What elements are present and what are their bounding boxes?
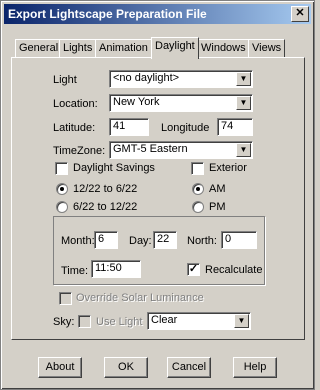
- pm-label[interactable]: PM: [209, 200, 226, 214]
- export-dialog: Export Lightscape Preparation File ✕ Gen…: [0, 0, 315, 390]
- latitude-label: Latitude:: [53, 122, 96, 134]
- range1-radio[interactable]: [56, 183, 68, 195]
- location-value: New York: [113, 96, 160, 108]
- am-label[interactable]: AM: [209, 182, 226, 196]
- timezone-label: TimeZone:: [53, 145, 106, 157]
- sky-label: Sky:: [53, 316, 75, 328]
- help-button[interactable]: Help: [233, 357, 277, 378]
- close-button[interactable]: ✕: [291, 6, 309, 22]
- check-icon: ✓: [188, 263, 199, 275]
- range2-radio[interactable]: [56, 201, 68, 213]
- time-field[interactable]: 11:50: [91, 260, 141, 278]
- tab-animation[interactable]: Animation: [95, 39, 152, 57]
- location-select[interactable]: New York ▼: [109, 94, 253, 112]
- daylight-savings-label[interactable]: Daylight Savings: [73, 161, 155, 175]
- radio-selected-dot: [60, 187, 64, 191]
- radio-selected-dot: [196, 187, 200, 191]
- tab-lights[interactable]: Lights: [59, 39, 97, 57]
- chevron-down-icon[interactable]: ▼: [236, 96, 251, 110]
- longitude-label: Longitude: [161, 122, 210, 134]
- north-label: North:: [187, 235, 217, 247]
- title-bar[interactable]: Export Lightscape Preparation File ✕: [4, 4, 311, 24]
- close-icon: ✕: [295, 7, 305, 19]
- cancel-button[interactable]: Cancel: [167, 357, 211, 378]
- exterior-checkbox[interactable]: [191, 162, 204, 175]
- about-button[interactable]: About: [38, 357, 82, 378]
- range1-label[interactable]: 12/22 to 6/22: [73, 182, 137, 196]
- chevron-down-icon[interactable]: ▼: [234, 314, 249, 328]
- recalculate-checkbox[interactable]: ✓: [187, 263, 200, 276]
- day-label: Day:: [129, 235, 152, 247]
- north-field[interactable]: 0: [221, 231, 257, 249]
- use-light-checkbox[interactable]: [78, 315, 91, 328]
- time-label: Time:: [61, 265, 89, 277]
- tab-general[interactable]: General: [15, 39, 63, 57]
- sky-select[interactable]: Clear ▼: [147, 312, 251, 330]
- recalculate-label[interactable]: Recalculate: [205, 263, 262, 277]
- latitude-field[interactable]: 41: [109, 118, 149, 136]
- month-field[interactable]: 6: [94, 231, 118, 249]
- tab-windows[interactable]: Windows: [197, 39, 250, 57]
- light-value: <no daylight>: [113, 72, 180, 84]
- month-label: Month:: [61, 235, 95, 247]
- tab-views[interactable]: Views: [248, 39, 286, 57]
- daylight-savings-checkbox[interactable]: [55, 162, 68, 175]
- chevron-down-icon[interactable]: ▼: [236, 143, 251, 157]
- chevron-down-icon[interactable]: ▼: [236, 72, 251, 86]
- ok-button[interactable]: OK: [104, 357, 148, 378]
- use-light-label: Use Light: [96, 316, 143, 328]
- timezone-select[interactable]: GMT-5 Eastern ▼: [109, 141, 253, 159]
- light-select[interactable]: <no daylight> ▼: [109, 70, 253, 88]
- location-label: Location:: [53, 98, 98, 110]
- override-solar-label: Override Solar Luminance: [76, 292, 204, 304]
- pm-radio[interactable]: [192, 201, 204, 213]
- range2-label[interactable]: 6/22 to 12/22: [73, 200, 137, 214]
- am-radio[interactable]: [192, 183, 204, 195]
- day-field[interactable]: 22: [153, 231, 177, 249]
- exterior-label[interactable]: Exterior: [209, 161, 247, 175]
- tab-daylight[interactable]: Daylight: [151, 37, 199, 59]
- window-title: Export Lightscape Preparation File: [8, 7, 207, 21]
- light-label: Light: [53, 74, 77, 86]
- override-solar-checkbox[interactable]: [59, 292, 72, 305]
- longitude-field[interactable]: 74: [217, 118, 253, 136]
- sky-value: Clear: [151, 314, 178, 326]
- timezone-value: GMT-5 Eastern: [113, 143, 188, 155]
